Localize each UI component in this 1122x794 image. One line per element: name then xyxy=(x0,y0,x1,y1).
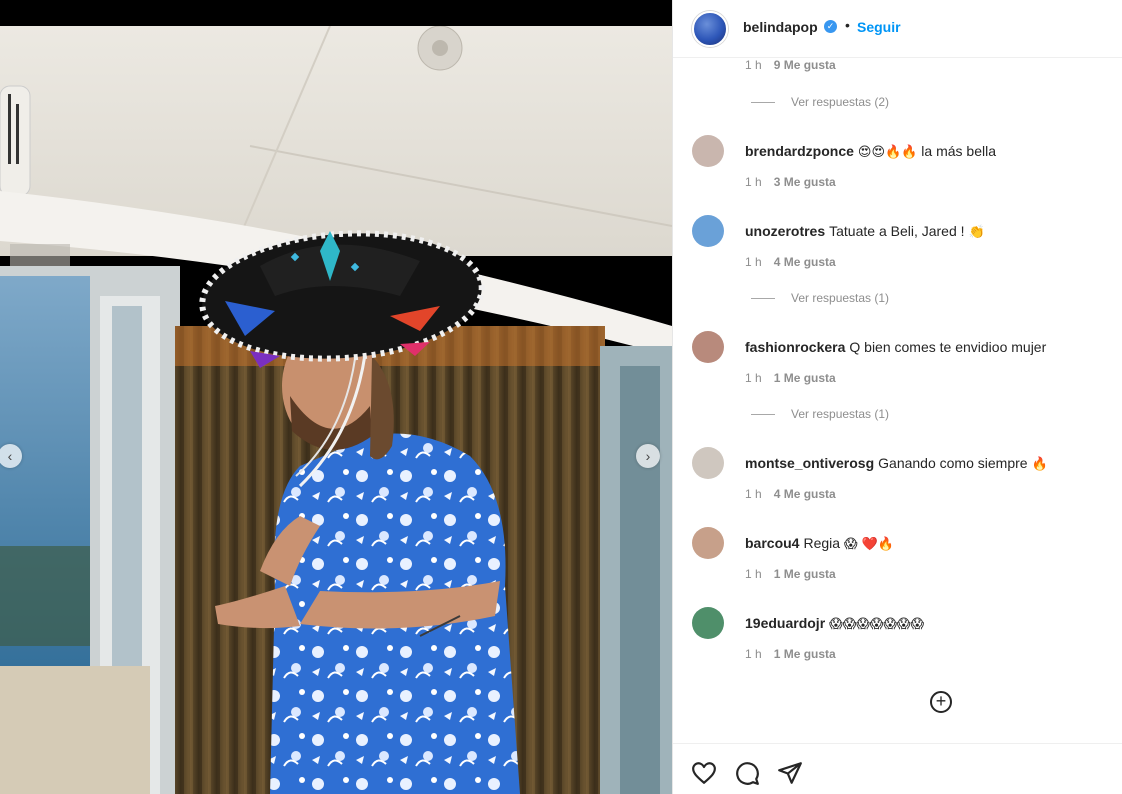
comment-emoji: 😍😍🔥🔥 xyxy=(857,145,918,160)
commenter-avatar[interactable] xyxy=(692,215,724,247)
comment-meta: 1 h 4 Me gusta xyxy=(745,255,836,269)
comment-likes[interactable]: 4 Me gusta xyxy=(774,255,836,269)
view-replies-link[interactable]: Ver respuestas (1) xyxy=(751,291,889,305)
share-icon[interactable] xyxy=(777,760,803,786)
comment-body: la más bella xyxy=(917,143,996,159)
comment-text: brendardzponce 😍😍🔥🔥 la más bella xyxy=(745,143,996,160)
comment-text: unozerotres Tatuate a Beli, Jared ! 👏 xyxy=(745,223,985,240)
commenter-avatar[interactable] xyxy=(692,135,724,167)
comment-body: Q bien comes te envidioo mujer xyxy=(849,339,1047,355)
verified-icon: ✓ xyxy=(824,20,837,33)
comment-likes[interactable]: 1 Me gusta xyxy=(774,567,836,581)
comment-time: 1 h xyxy=(745,647,762,661)
commenter-avatar[interactable] xyxy=(692,607,724,639)
author-username[interactable]: belindapop xyxy=(743,19,818,35)
commenter-username[interactable]: fashionrockera xyxy=(745,339,845,355)
author-avatar[interactable] xyxy=(692,11,728,47)
carousel-next-button[interactable]: › xyxy=(636,444,660,468)
follow-button[interactable]: Seguir xyxy=(857,19,901,35)
replies-line xyxy=(751,102,775,104)
comment-time: 1 h xyxy=(745,58,762,72)
replies-label: Ver respuestas (2) xyxy=(791,95,890,109)
comment-emoji: 🔥 xyxy=(1031,457,1048,472)
plus-circle-icon[interactable]: + xyxy=(930,691,952,713)
comment-meta: 1 h 1 Me gusta xyxy=(745,371,836,385)
comment-item: barcou4 Regia 😱 ❤️🔥 xyxy=(673,527,1122,567)
comment-text: 19eduardojr 😱😱😱😱😱😱😱 xyxy=(745,615,924,632)
comment-body: Tatuate a Beli, Jared ! xyxy=(829,223,969,239)
commenter-username[interactable]: unozerotres xyxy=(745,223,825,239)
post-header: belindapop ✓ • Seguir xyxy=(673,0,1122,58)
comment-time: 1 h xyxy=(745,175,762,189)
comment-meta: 1 h 4 Me gusta xyxy=(745,487,836,501)
comment-time: 1 h xyxy=(745,371,762,385)
commenter-username[interactable]: brendardzponce xyxy=(745,143,854,159)
comment-text: fashionrockera Q bien comes te envidioo m… xyxy=(745,339,1046,355)
comment-likes[interactable]: 9 Me gusta xyxy=(774,58,836,72)
comment-item: 19eduardojr 😱😱😱😱😱😱😱 xyxy=(673,607,1122,647)
comment-emoji: 😱😱😱😱😱😱😱 xyxy=(829,617,925,632)
comment-meta: 1 h 9 Me gusta xyxy=(745,58,836,72)
comment-item: montse_ontiverosg Ganando como siempre 🔥 xyxy=(673,447,1122,487)
header-separator: • xyxy=(845,17,850,33)
comment-item: fashionrockera Q bien comes te envidioo m… xyxy=(673,331,1122,371)
commenter-username[interactable]: montse_ontiverosg xyxy=(745,455,874,471)
comment-body: Ganando como siempre xyxy=(878,455,1032,471)
comment-text: barcou4 Regia 😱 ❤️🔥 xyxy=(745,535,894,552)
comment-time: 1 h xyxy=(745,567,762,581)
comment-meta: 1 h 1 Me gusta xyxy=(745,647,836,661)
comment-likes[interactable]: 3 Me gusta xyxy=(774,175,836,189)
replies-label: Ver respuestas (1) xyxy=(791,407,890,421)
comment-likes[interactable]: 4 Me gusta xyxy=(774,487,836,501)
commenter-username[interactable]: 19eduardojr xyxy=(745,615,825,631)
comment-emoji: 😱 ❤️🔥 xyxy=(843,537,894,552)
replies-label: Ver respuestas (1) xyxy=(791,291,890,305)
comment-meta: 1 h 1 Me gusta xyxy=(745,567,836,581)
comment-icon[interactable] xyxy=(734,760,760,786)
view-replies-link[interactable]: Ver respuestas (2) xyxy=(751,95,889,109)
comment-item: brendardzponce 😍😍🔥🔥 la más bella xyxy=(673,135,1122,175)
comment-likes[interactable]: 1 Me gusta xyxy=(774,371,836,385)
comments-panel: belindapop ✓ • Seguir 1 h 9 Me gusta Ver … xyxy=(672,0,1122,794)
commenter-avatar[interactable] xyxy=(692,527,724,559)
view-replies-link[interactable]: Ver respuestas (1) xyxy=(751,407,889,421)
post-image xyxy=(0,26,672,794)
post-actions xyxy=(673,743,1122,794)
commenter-avatar[interactable] xyxy=(692,447,724,479)
comment-meta: 1 h 3 Me gusta xyxy=(745,175,836,189)
replies-line xyxy=(751,298,775,300)
comment-likes[interactable]: 1 Me gusta xyxy=(774,647,836,661)
comment-emoji: 👏 xyxy=(968,225,985,240)
commenter-avatar[interactable] xyxy=(692,331,724,363)
post-photo[interactable]: ‹ › xyxy=(0,0,672,794)
commenter-username[interactable]: barcou4 xyxy=(745,535,799,551)
replies-line xyxy=(751,414,775,416)
comment-list[interactable]: 1 h 9 Me gusta Ver respuestas (2) brendar… xyxy=(673,58,1122,743)
photo-top-bar xyxy=(0,0,672,26)
comment-time: 1 h xyxy=(745,487,762,501)
comment-time: 1 h xyxy=(745,255,762,269)
comment-item: unozerotres Tatuate a Beli, Jared ! 👏 xyxy=(673,215,1122,255)
comment-text: montse_ontiverosg Ganando como siempre 🔥 xyxy=(745,455,1048,472)
comment-body: Regia xyxy=(803,535,844,551)
heart-icon[interactable] xyxy=(691,760,717,786)
